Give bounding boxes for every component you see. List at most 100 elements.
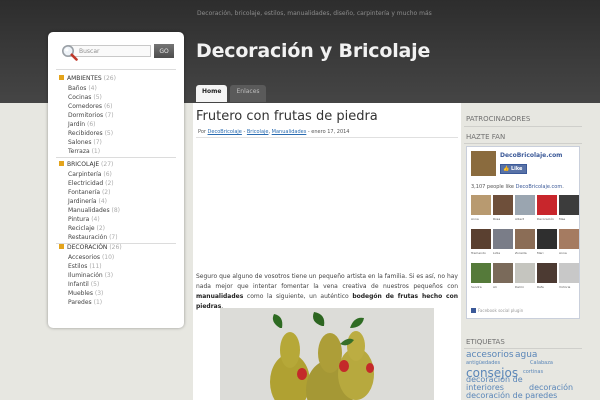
subcategory-item[interactable]: Infantil (5): [68, 281, 99, 288]
fan-name[interactable]: Rafa: [537, 285, 544, 289]
divider: [464, 126, 582, 127]
category-bullet-icon: [59, 161, 64, 166]
subcategory-item[interactable]: Comedores (6): [68, 103, 112, 110]
fan-avatar[interactable]: [537, 263, 557, 283]
subcategory-item[interactable]: Accesorios (10): [68, 254, 114, 261]
subcategory-item[interactable]: Fontanería (2): [68, 189, 110, 196]
fan-name[interactable]: Victoria: [559, 285, 570, 289]
nav-tabs: Home Enlaces: [196, 85, 269, 102]
fan-name[interactable]: Mae: [559, 217, 565, 221]
fan-name[interactable]: Ali: [493, 285, 497, 289]
page-logo[interactable]: [471, 151, 496, 176]
site-title[interactable]: Decoración y Bricolaje: [196, 40, 430, 62]
tag-link[interactable]: decoración de paredes: [466, 392, 557, 400]
subcategory-item[interactable]: Manualidades (8): [68, 207, 120, 214]
subcategory-item[interactable]: Salones (7): [68, 139, 102, 146]
fan-avatar[interactable]: [471, 195, 491, 215]
fan-title: HAZTE FAN: [466, 133, 506, 141]
category-bullet-icon: [59, 75, 64, 80]
subcategory-item[interactable]: Dormitorios (7): [68, 112, 114, 119]
subcategory-item[interactable]: Estilos (11): [68, 263, 102, 270]
subcategory-item[interactable]: Pintura (4): [68, 216, 100, 223]
search-input[interactable]: [69, 45, 151, 57]
subcategory-item[interactable]: Restauración (7): [68, 234, 118, 241]
fan-name[interactable]: Rosa: [493, 217, 500, 221]
fb-plugin-footer: Facebook social plugin: [471, 308, 523, 313]
tags-title: ETIQUETAS: [466, 338, 505, 346]
search-icon: [62, 45, 78, 61]
subcategory-item[interactable]: Jardinería (4): [68, 198, 107, 205]
subcategory-item[interactable]: Carpintería (6): [68, 171, 112, 178]
subcategory-item[interactable]: Paredes (1): [68, 299, 102, 306]
fan-avatar[interactable]: [559, 263, 579, 283]
facebook-icon: [471, 308, 476, 313]
post-date: - enero 17, 2014: [306, 129, 350, 135]
site-tagline: Decoración, bricolaje, estilos, manualid…: [197, 10, 432, 17]
fan-avatar[interactable]: [515, 263, 535, 283]
subcategory-item[interactable]: Baños (4): [68, 85, 97, 92]
subcategory-item[interactable]: Reciclaje (2): [68, 225, 105, 232]
post-meta: Por DecoBricolaje - Bricolaje, Manualida…: [198, 129, 350, 135]
subcategory-item[interactable]: Jardín (6): [68, 121, 96, 128]
fan-name[interactable]: Zoraida: [515, 251, 527, 255]
divider: [464, 348, 582, 349]
fan-name[interactable]: Delmi: [515, 285, 524, 289]
fan-name[interactable]: Tremendo: [471, 251, 486, 255]
subcategory-item[interactable]: Terraza (1): [68, 148, 100, 155]
category-bricolaje[interactable]: BRICOLAJE (27): [59, 161, 113, 168]
facebook-like-box: DecoBricolaje.com 👍 Like 3,107 people li…: [466, 146, 580, 319]
fan-avatar[interactable]: [515, 229, 535, 249]
stone-fruit-illustration: [220, 308, 434, 400]
author-link[interactable]: DecoBricolaje: [208, 129, 242, 135]
fb-page-link[interactable]: DecoBricolaje.com: [516, 184, 563, 190]
tag-link[interactable]: agua: [515, 350, 537, 360]
fan-name[interactable]: Anna: [559, 251, 567, 255]
fan-avatar[interactable]: [493, 229, 513, 249]
fb-like-count: 3,107 people like DecoBricolaje.com.: [471, 184, 564, 190]
tag-link[interactable]: Calabaza: [530, 360, 553, 366]
fan-avatar[interactable]: [471, 263, 491, 283]
subcategory-item[interactable]: Muebles (3): [68, 290, 103, 297]
category-decoracion[interactable]: DECORACIÓN (26): [59, 244, 122, 251]
fan-avatar[interactable]: [559, 195, 579, 215]
fan-avatar[interactable]: [515, 195, 535, 215]
fan-name[interactable]: Mari: [537, 251, 544, 255]
fan-name[interactable]: Sandra: [471, 285, 482, 289]
category-link-manualidades[interactable]: Manualidades: [272, 129, 307, 135]
post-body: Seguro que alguno de vosotros tiene un p…: [196, 273, 458, 310]
subcategory-item[interactable]: Recibidores (5): [68, 130, 113, 137]
fan-avatar[interactable]: [537, 229, 557, 249]
tab-home[interactable]: Home: [196, 85, 228, 102]
subcategory-item[interactable]: Electricidad (2): [68, 180, 114, 187]
fan-name[interactable]: Anna: [471, 217, 479, 221]
fan-avatar[interactable]: [537, 195, 557, 215]
category-link-bricolaje[interactable]: Bricolaje: [247, 129, 269, 135]
fan-name[interactable]: Lidia: [493, 251, 500, 255]
fan-name[interactable]: Albert: [515, 217, 524, 221]
divider: [56, 69, 176, 70]
fb-like-button[interactable]: 👍 Like: [500, 164, 527, 174]
fan-avatar[interactable]: [493, 263, 513, 283]
subcategory-item[interactable]: Cocinas (5): [68, 94, 102, 101]
fan-avatar[interactable]: [471, 229, 491, 249]
sponsors-title: PATROCINADORES: [466, 115, 531, 123]
category-ambientes[interactable]: AMBIENTES (26): [59, 75, 116, 82]
search-go-button[interactable]: GO: [154, 44, 174, 58]
divider: [196, 137, 458, 138]
fan-avatar[interactable]: [559, 229, 579, 249]
tab-enlaces[interactable]: Enlaces: [230, 85, 266, 102]
fb-page-name[interactable]: DecoBricolaje.com: [500, 152, 562, 159]
fan-name[interactable]: Decoración: [537, 217, 554, 221]
divider: [464, 143, 582, 144]
post-image-stone-fruit: [220, 308, 434, 400]
search-form: GO: [60, 43, 174, 61]
tag-link[interactable]: decoración de interiores: [466, 376, 528, 392]
subcategory-item[interactable]: Iluminación (3): [68, 272, 113, 279]
divider: [56, 157, 176, 158]
fan-avatar[interactable]: [493, 195, 513, 215]
tag-link[interactable]: accesorios: [466, 350, 514, 360]
left-sidebar: GO AMBIENTES (26) Baños (4) Cocinas (5) …: [48, 32, 184, 328]
post-title[interactable]: Frutero con frutas de piedra: [196, 109, 378, 124]
tag-link[interactable]: cortinas: [523, 369, 543, 375]
category-bullet-icon: [59, 244, 64, 249]
